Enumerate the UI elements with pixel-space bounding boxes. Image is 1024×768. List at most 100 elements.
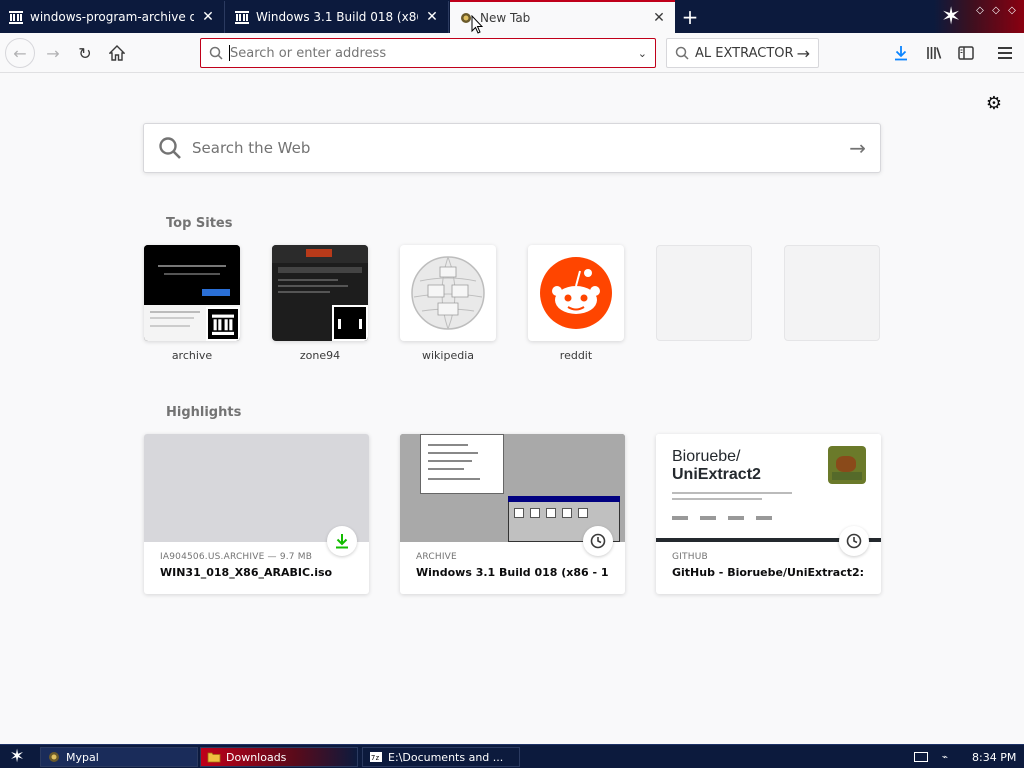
archiver-icon: 7z (369, 750, 383, 764)
repo-stats (672, 516, 812, 524)
card-thumbnail (400, 434, 625, 542)
top-site-zone94[interactable]: zone94 (272, 245, 368, 362)
close-icon[interactable]: ✕ (424, 9, 440, 25)
top-site-label: reddit (559, 349, 593, 362)
site-thumbnail (272, 245, 368, 341)
mypal-icon (47, 750, 61, 764)
repo-avatar (828, 446, 866, 484)
tab-strip: windows-program-archive director ✕ Windo… (0, 0, 1024, 33)
new-tab-page: ⚙ Search the Web → Top Sites archive zon… (0, 74, 1024, 744)
network-icon[interactable]: ⌁ (942, 752, 948, 763)
clock-icon (839, 526, 869, 556)
menu-button[interactable] (990, 38, 1020, 68)
taskbar: ✶ Mypal Downloads 7z E:\Documents and ..… (0, 744, 1024, 768)
tab-new-tab[interactable]: New Tab ✕ (450, 0, 675, 33)
archive-icon (8, 9, 24, 25)
forward-arrow-icon: → (46, 43, 60, 63)
wikipedia-globe-icon (411, 256, 485, 330)
gear-icon[interactable]: ⚙ (984, 94, 1004, 114)
search-icon (209, 46, 223, 60)
site-thumbnail (400, 245, 496, 341)
card-title: Windows 3.1 Build 018 (x86 - 16... (416, 566, 609, 579)
back-arrow-icon: ← (13, 43, 27, 63)
site-thumbnail (528, 245, 624, 341)
back-button[interactable]: ← (5, 38, 35, 68)
reload-button[interactable]: ↻ (70, 38, 100, 68)
reload-icon: ↻ (78, 43, 92, 63)
search-icon (159, 137, 181, 159)
top-site-label: zone94 (299, 349, 341, 362)
tab-windows-build[interactable]: Windows 3.1 Build 018 (x86 - 16-b ✕ (226, 1, 449, 33)
taskbar-task-mypal[interactable]: Mypal (40, 747, 198, 767)
start-star-icon[interactable]: ✶ (4, 746, 30, 768)
top-sites-heading: Top Sites (166, 216, 233, 231)
pong-icon (332, 305, 368, 341)
tab-title: New Tab (480, 10, 531, 25)
top-site-label: wikipedia (421, 349, 474, 362)
library-button[interactable] (919, 38, 949, 68)
chevron-down-icon[interactable]: ⌄ (638, 47, 647, 60)
sidebar-icon (958, 46, 974, 60)
address-input[interactable] (230, 45, 638, 61)
address-bar[interactable]: ⌄ (200, 38, 656, 68)
keyboard-icon[interactable] (914, 752, 928, 762)
close-window-icon[interactable]: ◇ (1004, 4, 1020, 18)
highlight-card-github[interactable]: Bioruebe/ UniExtract2 GITHUB GitHub - Bi… (656, 434, 881, 594)
taskbar-task-explorer[interactable]: 7z E:\Documents and ... (362, 747, 520, 767)
card-context: GITHUB (672, 552, 708, 562)
sidebar-button[interactable] (951, 38, 981, 68)
card-context: IA904506.US.ARCHIVE — 9.7 MB (160, 552, 313, 562)
close-icon[interactable]: ✕ (651, 10, 667, 26)
navigation-toolbar: ← → ↻ ⌄ AL EXTRACTOR → (0, 33, 1024, 73)
download-icon (895, 46, 907, 61)
search-bar-text: AL EXTRACTOR (695, 45, 794, 61)
home-icon (109, 45, 125, 61)
search-submit-arrow-icon[interactable]: → (849, 136, 866, 160)
task-label: Mypal (66, 750, 99, 764)
top-site-wikipedia[interactable]: wikipedia (400, 245, 496, 362)
tab-title: Windows 3.1 Build 018 (x86 - 16-b (256, 10, 418, 24)
maximize-icon[interactable]: ◇ (988, 4, 1004, 18)
reddit-icon (540, 257, 612, 329)
card-thumbnail (144, 434, 369, 542)
home-button[interactable] (102, 38, 132, 68)
svg-text:7z: 7z (371, 754, 379, 762)
minimize-icon[interactable]: ◇ (972, 4, 988, 18)
search-bar[interactable]: AL EXTRACTOR → (666, 38, 819, 68)
star-icon: ✶ (940, 2, 962, 30)
top-site-label: archive (171, 349, 213, 362)
card-title: GitHub - Bioruebe/UniExtract2: ... (672, 566, 865, 579)
top-site-empty[interactable] (656, 245, 752, 349)
site-thumbnail (144, 245, 240, 341)
system-tray: ⌁ 8:34 PM (914, 747, 1016, 767)
downloads-button[interactable] (886, 38, 916, 68)
hamburger-menu-icon (998, 47, 1012, 59)
top-site-archive[interactable]: archive (144, 245, 240, 362)
web-search-placeholder: Search the Web (192, 139, 311, 157)
go-arrow-icon[interactable]: → (797, 44, 810, 63)
highlight-card-archive[interactable]: ARCHIVE Windows 3.1 Build 018 (x86 - 16.… (400, 434, 625, 594)
repo-owner-text: Bioruebe/ (672, 448, 741, 465)
highlight-card-download[interactable]: IA904506.US.ARCHIVE — 9.7 MB WIN31_018_X… (144, 434, 369, 594)
top-site-reddit[interactable]: reddit (528, 245, 624, 362)
clock[interactable]: 8:34 PM (972, 751, 1016, 764)
close-icon[interactable]: ✕ (200, 9, 216, 25)
new-tab-button[interactable]: + (676, 4, 704, 30)
search-icon (675, 46, 689, 60)
forward-button[interactable]: → (38, 38, 68, 68)
folder-icon (207, 750, 221, 764)
card-title: WIN31_018_X86_ARABIC.iso (160, 566, 333, 579)
card-context: ARCHIVE (416, 552, 457, 562)
library-icon (927, 47, 942, 59)
archive-icon (234, 9, 250, 25)
top-site-empty[interactable] (784, 245, 880, 349)
tab-title: windows-program-archive director (30, 10, 194, 24)
clock-icon (583, 526, 613, 556)
site-thumbnail (656, 245, 752, 341)
web-search-box[interactable]: Search the Web → (143, 123, 881, 173)
taskbar-task-downloads[interactable]: Downloads (200, 747, 358, 767)
task-label: Downloads (226, 750, 287, 764)
tab-archive-directory[interactable]: windows-program-archive director ✕ (0, 1, 225, 33)
archive-icon (206, 307, 240, 341)
card-thumbnail: Bioruebe/ UniExtract2 (656, 434, 881, 542)
